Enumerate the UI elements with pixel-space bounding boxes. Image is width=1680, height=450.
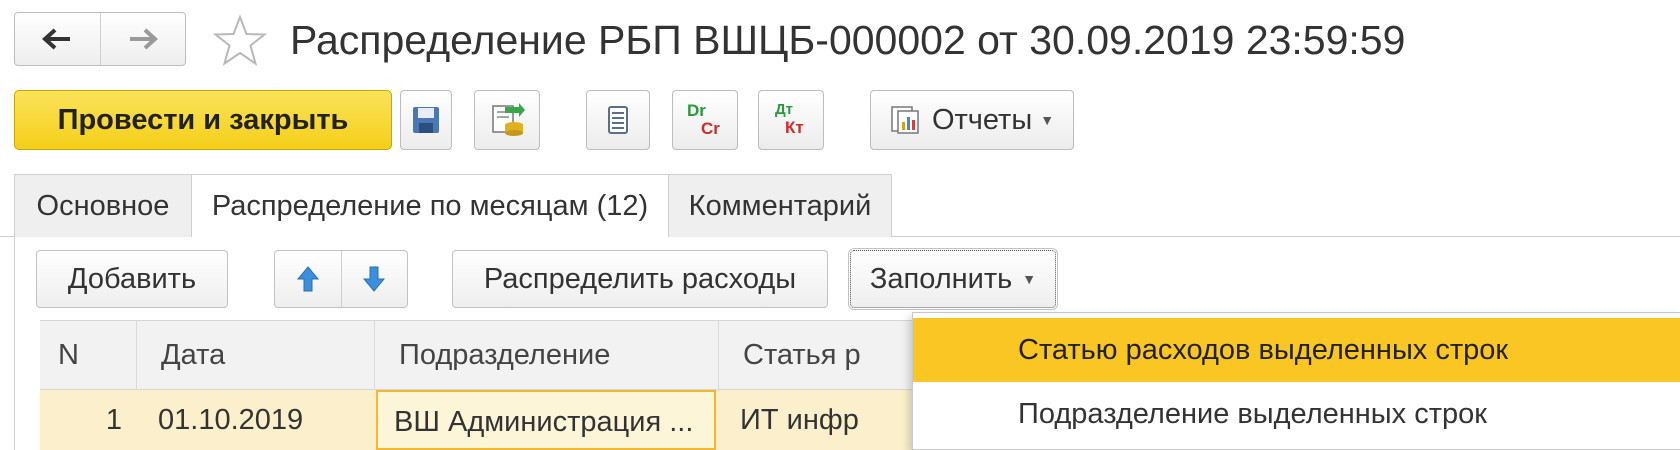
distribute-expenses-button[interactable]: Распределить расходы — [452, 250, 828, 308]
cell-division[interactable]: ВШ Администрация ... — [376, 390, 716, 450]
back-button[interactable] — [15, 13, 100, 65]
arrow-up-icon — [296, 266, 319, 292]
dt-label: Дт — [775, 101, 794, 118]
arrow-down-icon — [363, 266, 386, 292]
list-view-button[interactable] — [586, 90, 650, 150]
column-header-date[interactable]: Дата — [136, 320, 374, 390]
move-up-button[interactable] — [275, 251, 341, 307]
arrow-left-icon — [42, 28, 71, 50]
chevron-down-icon: ▼ — [1022, 271, 1037, 287]
add-button[interactable]: Добавить — [36, 250, 228, 308]
cell-expense-article[interactable]: ИТ инфр — [740, 390, 920, 450]
column-header-expense-article[interactable]: Статья р — [718, 320, 918, 390]
kt-label: Кт — [785, 118, 804, 137]
menu-item-fill-expense-article[interactable]: Статью расходов выделенных строк — [913, 318, 1680, 382]
floppy-disk-icon — [413, 107, 439, 133]
post-document-icon — [492, 103, 525, 136]
dr-cr-button[interactable]: Dr Cr — [672, 90, 738, 150]
reports-label: Отчеты — [931, 103, 1033, 136]
chevron-down-icon: ▼ — [1040, 112, 1055, 128]
star-icon — [212, 14, 268, 66]
column-header-n[interactable]: N — [40, 320, 136, 390]
page-title: Распределение РБП ВШЦБ-000002 от 30.09.2… — [290, 17, 1406, 63]
dr-cr-icon: Dr Cr — [685, 100, 725, 140]
dt-kt-button[interactable]: Дт Кт — [758, 90, 824, 150]
tab-main[interactable]: Основное — [14, 174, 192, 237]
post-and-close-button[interactable]: Провести и закрыть — [14, 90, 392, 150]
cell-date[interactable]: 01.10.2019 — [158, 390, 368, 450]
dr-label: Dr — [687, 101, 706, 120]
tab-comment[interactable]: Комментарий — [668, 174, 892, 237]
cr-label: Cr — [701, 119, 720, 138]
move-buttons — [274, 250, 408, 308]
tab-monthly-distribution[interactable]: Распределение по месяцам (12) — [191, 174, 669, 238]
menu-item-fill-division[interactable]: Подразделение выделенных строк — [913, 382, 1680, 446]
fill-label: Заполнить — [869, 262, 1013, 295]
move-down-button[interactable] — [340, 251, 408, 307]
list-icon — [608, 106, 628, 134]
post-button[interactable] — [474, 90, 540, 150]
forward-button[interactable] — [99, 13, 186, 65]
dt-kt-icon: Дт Кт — [771, 100, 811, 140]
cell-n[interactable]: 1 — [40, 390, 122, 450]
column-header-division[interactable]: Подразделение — [374, 320, 718, 390]
favorite-button[interactable] — [212, 14, 268, 68]
navigation-buttons — [14, 12, 186, 66]
arrow-right-icon — [129, 28, 158, 50]
report-icon — [891, 106, 919, 134]
save-button[interactable] — [400, 90, 452, 150]
fill-button[interactable]: Заполнить ▼ — [848, 248, 1058, 310]
fill-dropdown-menu: Статью расходов выделенных строк Подразд… — [912, 312, 1680, 450]
reports-button[interactable]: Отчеты ▼ — [870, 90, 1074, 150]
